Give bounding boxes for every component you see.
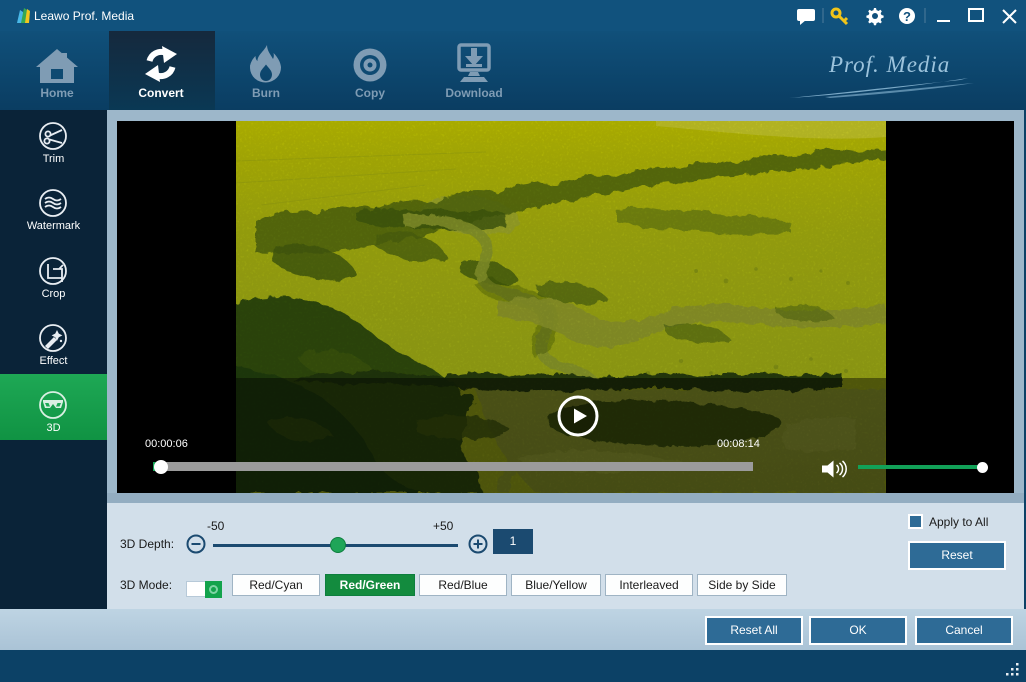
svg-text:?: ? — [903, 9, 911, 24]
